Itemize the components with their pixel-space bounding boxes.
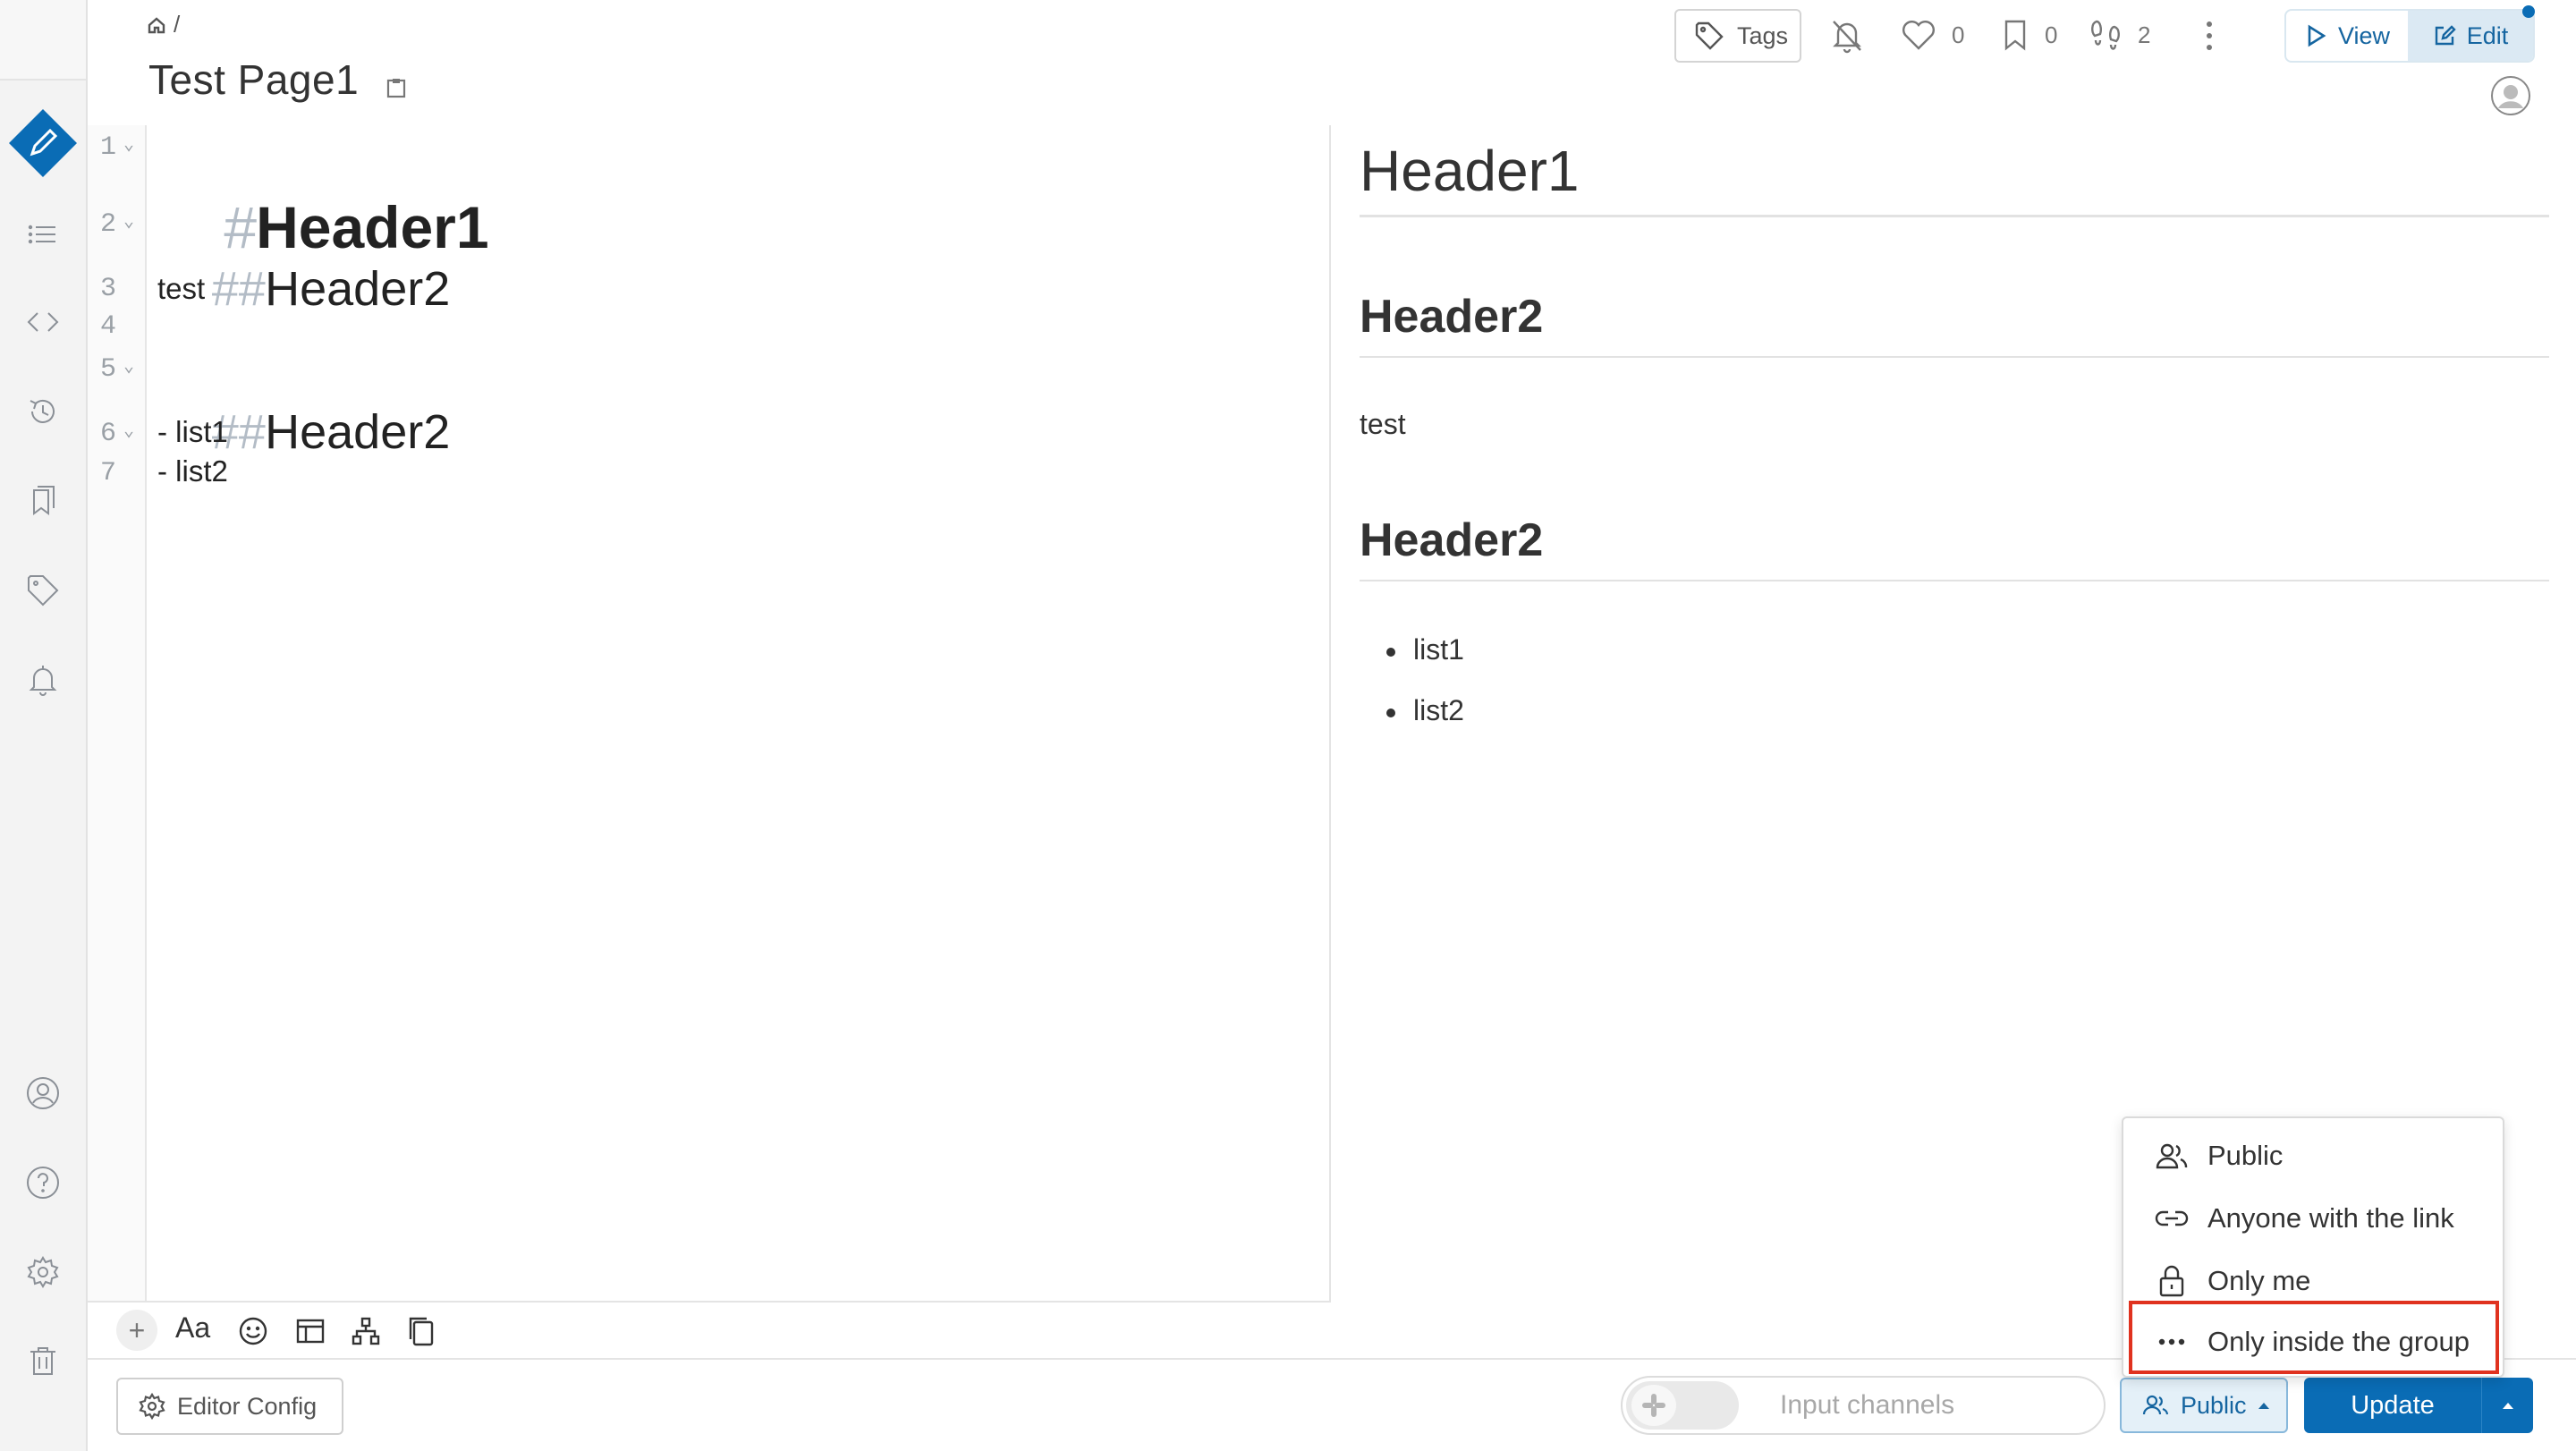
code-icon[interactable] [0, 286, 86, 358]
lock-icon [2159, 1265, 2184, 1297]
edit-pencil-icon[interactable] [7, 107, 79, 179]
grant-option-label: Only me [2207, 1265, 2311, 1296]
history-icon[interactable] [0, 376, 86, 447]
line-number: 2 ⌄ [100, 209, 135, 240]
bookmark-icon[interactable] [1996, 16, 2034, 54]
edit-button[interactable]: Edit [2408, 11, 2533, 61]
line-number-gutter: 1 ⌄ 2 ⌄ 3 4 5 ⌄ 6 ⌄ 7 [88, 125, 147, 1303]
tag-icon[interactable] [0, 555, 86, 626]
line-number: 5 ⌄ [100, 354, 135, 385]
highlight-box [2129, 1301, 2499, 1374]
avatar[interactable] [2490, 75, 2531, 116]
bookmarks-icon[interactable] [0, 465, 86, 537]
line-number: 4 [100, 311, 117, 342]
emoji-icon [239, 1317, 267, 1345]
home-icon[interactable] [147, 15, 166, 35]
table-button[interactable] [293, 1306, 327, 1356]
template-button[interactable] [404, 1306, 438, 1356]
line-number: 3 [100, 274, 117, 304]
channels-input[interactable]: Input channels [1780, 1390, 1954, 1421]
emoji-button[interactable] [236, 1306, 270, 1356]
heart-icon[interactable] [1900, 16, 1937, 54]
update-label: Update [2351, 1390, 2435, 1420]
list-icon[interactable] [0, 199, 86, 270]
bell-icon[interactable] [0, 644, 86, 716]
editor-line-3[interactable]: test [157, 272, 205, 306]
editor-line-7[interactable]: - list2 [157, 454, 228, 488]
table-icon [296, 1319, 325, 1344]
diagram-icon [352, 1317, 380, 1345]
editor-line-6[interactable]: - list1 [157, 415, 228, 449]
grant-selector-button[interactable]: Public [2120, 1378, 2288, 1433]
like-count: 0 [1952, 21, 1965, 48]
caret-up-icon [2502, 1403, 2513, 1409]
tags-label: Tags [1737, 21, 1789, 49]
editor-toolbar-divider [88, 1301, 1331, 1303]
line-number: 7 [100, 458, 117, 488]
copy-icon [409, 1317, 434, 1346]
grant-option-anyone-with-link[interactable]: Anyone with the link [2123, 1190, 2506, 1247]
edit-label: Edit [2466, 21, 2509, 49]
help-icon[interactable] [0, 1147, 86, 1218]
user-icon[interactable] [0, 1057, 86, 1129]
preview-h2: Header2 [1360, 290, 2549, 358]
sidebar [0, 0, 88, 1451]
trash-icon[interactable] [0, 1326, 86, 1397]
grant-option-label: Anyone with the link [2207, 1202, 2454, 1234]
line-number: 6 ⌄ [100, 419, 135, 449]
users-icon [2142, 1395, 2169, 1415]
preview-list-item: list1 [1386, 633, 1464, 666]
diagram-button[interactable] [349, 1306, 383, 1356]
link-icon [2155, 1210, 2189, 1226]
line-number: 1 ⌄ [100, 132, 135, 163]
slack-channels-input-group: Input channels [1621, 1376, 2106, 1435]
settings-gear-icon[interactable] [0, 1236, 86, 1308]
grant-option-public[interactable]: Public [2123, 1127, 2506, 1184]
slack-icon [1631, 1385, 1676, 1426]
breadcrumb-separator: / [174, 11, 181, 38]
bell-off-icon[interactable] [1828, 16, 1866, 54]
page-title: Test Page1 [148, 56, 360, 103]
more-options-icon[interactable] [2202, 20, 2216, 52]
gear-icon [139, 1392, 165, 1421]
grant-label: Public [2181, 1391, 2247, 1419]
seen-count: 2 [2138, 21, 2151, 48]
preview-h2: Header2 [1360, 513, 2549, 581]
update-dropdown-toggle[interactable] [2481, 1378, 2533, 1433]
grant-option-label: Public [2207, 1140, 2284, 1171]
text-style-button[interactable]: Aa [175, 1311, 210, 1345]
footprints-icon[interactable] [2088, 16, 2125, 54]
add-attachment-button[interactable]: + [116, 1310, 157, 1351]
preview-paragraph: test [1360, 408, 1406, 440]
notification-dot [2522, 5, 2535, 18]
update-button[interactable]: Update [2304, 1378, 2533, 1433]
editor-config-label: Editor Config [177, 1392, 318, 1420]
breadcrumb: / [147, 11, 180, 38]
preview-h1: Header1 [1360, 138, 2549, 217]
view-button[interactable]: View [2286, 11, 2408, 61]
markdown-editor[interactable]: 1 ⌄ 2 ⌄ 3 4 5 ⌄ 6 ⌄ 7 #Header1 ##Header2 tes… [88, 125, 1331, 1303]
caret-up-icon [2258, 1403, 2269, 1409]
users-icon [2156, 1143, 2188, 1169]
tags-button[interactable]: Tags [1674, 9, 1801, 63]
sidebar-top [0, 0, 86, 81]
play-icon [2308, 24, 2326, 47]
view-edit-toggle: View Edit [2284, 9, 2535, 63]
edit-square-icon [2435, 25, 2456, 46]
editor-config-button[interactable]: Editor Config [116, 1378, 343, 1435]
clipboard-icon[interactable] [386, 77, 406, 98]
bookmark-count: 0 [2045, 21, 2058, 48]
tag-icon [1695, 21, 1724, 50]
preview-list-item: list2 [1386, 694, 1464, 726]
view-label: View [2337, 21, 2391, 49]
slack-toggle[interactable] [1626, 1381, 1739, 1430]
